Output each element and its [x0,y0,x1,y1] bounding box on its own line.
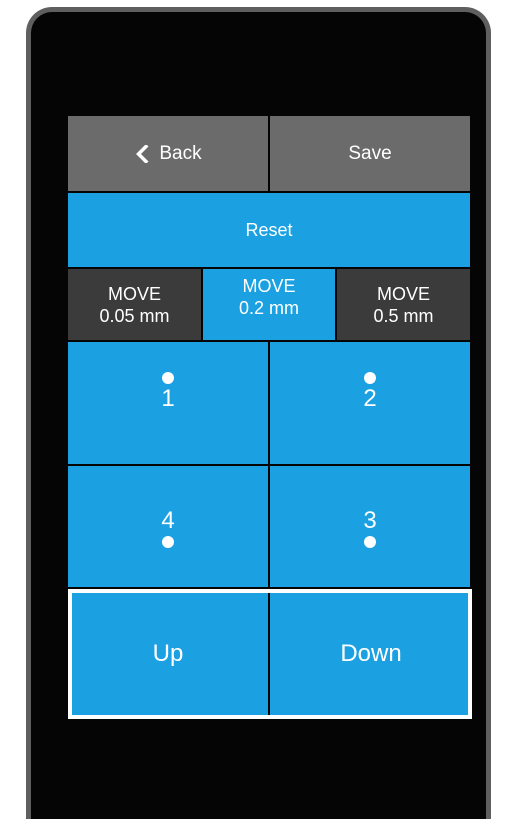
move-option-line1: MOVE [376,283,430,304]
reset-button[interactable]: Reset [68,193,470,267]
down-label: Down [340,640,402,667]
back-label: Back [159,142,202,164]
point-label: 2 [363,385,377,412]
move-option-line2: 0.5 mm [373,305,434,326]
point-2-button[interactable]: 2 [270,342,470,464]
save-label: Save [348,142,392,164]
reset-label: Reset [245,219,293,240]
move-option-line1: MOVE [242,276,296,296]
save-button[interactable]: Save [270,116,470,191]
move-option-0-5mm[interactable]: MOVE 0.5 mm [337,269,470,340]
down-button[interactable]: Down [270,589,472,719]
dot-icon [162,372,174,384]
move-option-0-05mm[interactable]: MOVE 0.05 mm [68,269,201,340]
point-4-button[interactable]: 4 [68,466,268,587]
dot-icon [162,536,174,548]
point-label: 4 [161,507,175,534]
dot-icon [364,536,376,548]
up-label: Up [152,640,184,667]
point-1-button[interactable]: 1 [68,342,268,464]
point-label: 1 [161,385,175,412]
point-label: 3 [363,507,377,534]
move-option-line2: 0.2 mm [238,298,299,318]
move-option-line2: 0.05 mm [99,305,170,326]
chevron-left-icon [136,144,149,163]
move-option-0-2mm-selected[interactable]: MOVE 0.2 mm [203,269,335,340]
dot-icon [364,372,376,384]
back-button[interactable]: Back [68,116,268,191]
up-button[interactable]: Up [68,589,268,719]
move-option-line1: MOVE [107,283,161,304]
point-3-button[interactable]: 3 [270,466,470,587]
